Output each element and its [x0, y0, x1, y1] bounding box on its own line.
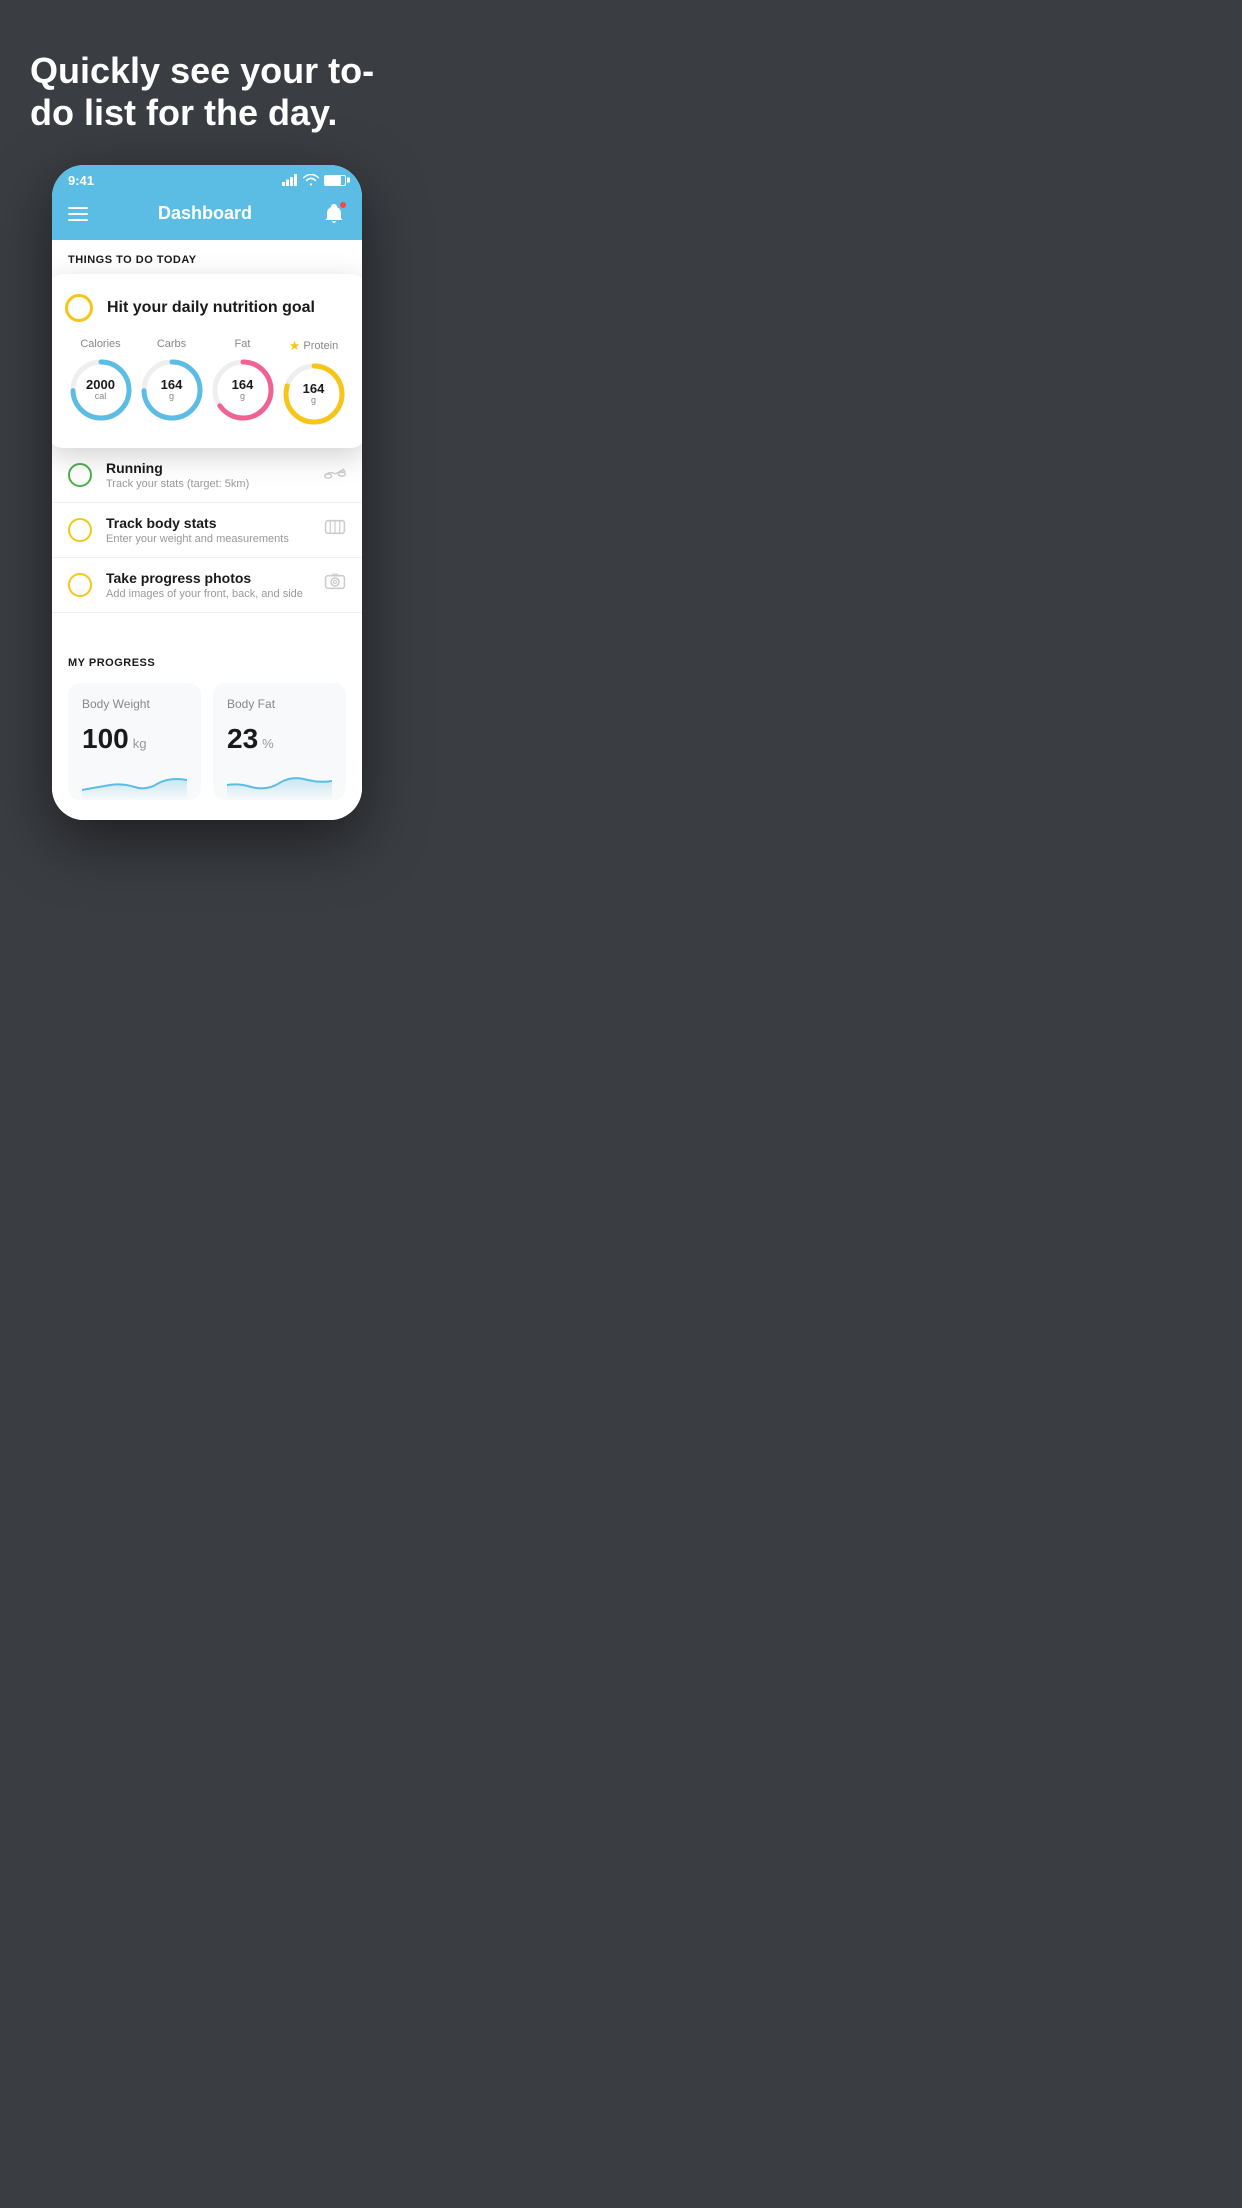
progress-title: MY PROGRESS: [68, 657, 346, 669]
body-fat-card: Body Fat 23 %: [213, 683, 346, 800]
protein-unit: g: [303, 396, 325, 406]
body-weight-value-row: 100 kg: [82, 723, 187, 755]
body-fat-unit: %: [262, 736, 274, 751]
body-fat-chart: [227, 765, 332, 800]
nutrition-calories: Calories 2000 cal: [67, 338, 135, 424]
body-stats-icon: [324, 517, 346, 542]
phone-mockup: 9:41: [52, 165, 362, 850]
progress-photos-subtitle: Add images of your front, back, and side: [106, 588, 310, 600]
spacer: [52, 613, 362, 641]
nutrition-card-title: Hit your daily nutrition goal: [107, 299, 315, 317]
carbs-value: 164: [161, 378, 183, 392]
nutrition-row: Calories 2000 cal Carbs: [65, 338, 349, 428]
body-weight-unit: kg: [133, 736, 147, 751]
notification-badge: [339, 201, 347, 209]
protein-value: 164: [303, 382, 325, 396]
battery-icon: [324, 175, 346, 186]
status-bar: 9:41: [52, 165, 362, 192]
running-icon: [324, 463, 346, 486]
running-subtitle: Track your stats (target: 5km): [106, 478, 310, 490]
header-title: Dashboard: [158, 203, 252, 224]
hero-section: Quickly see your to-do list for the day.: [0, 0, 414, 165]
body-fat-card-title: Body Fat: [227, 697, 332, 711]
nutrition-protein: ★ Protein 164 g: [280, 338, 348, 428]
body-stats-subtitle: Enter your weight and measurements: [106, 533, 310, 545]
fat-circle: 164 g: [209, 356, 277, 424]
body-stats-check[interactable]: [68, 518, 92, 542]
notification-button[interactable]: [322, 202, 346, 226]
hero-title: Quickly see your to-do list for the day.: [30, 50, 384, 135]
progress-photos-content: Take progress photos Add images of your …: [106, 570, 310, 600]
protein-star-icon: ★: [289, 338, 301, 354]
body-weight-card-title: Body Weight: [82, 697, 187, 711]
progress-photos-check[interactable]: [68, 573, 92, 597]
progress-photos-title: Take progress photos: [106, 570, 310, 586]
todo-running[interactable]: Running Track your stats (target: 5km): [52, 448, 362, 503]
status-time: 9:41: [68, 173, 94, 188]
todo-body-stats[interactable]: Track body stats Enter your weight and m…: [52, 503, 362, 558]
body-weight-card: Body Weight 100 kg: [68, 683, 201, 800]
body-stats-title: Track body stats: [106, 515, 310, 531]
nutrition-carbs: Carbs 164 g: [138, 338, 206, 424]
carbs-label: Carbs: [157, 338, 186, 350]
phone-screen: 9:41: [52, 165, 362, 820]
bottom-space: [52, 800, 362, 820]
signal-icon: [282, 174, 298, 186]
carbs-unit: g: [161, 392, 183, 402]
progress-cards: Body Weight 100 kg: [68, 683, 346, 800]
menu-button[interactable]: [68, 207, 88, 221]
progress-photos-icon: [324, 572, 346, 597]
body-fat-value: 23: [227, 723, 258, 755]
fat-label: Fat: [235, 338, 251, 350]
body-stats-content: Track body stats Enter your weight and m…: [106, 515, 310, 545]
calories-label: Calories: [80, 338, 120, 350]
running-check[interactable]: [68, 463, 92, 487]
protein-label: ★ Protein: [289, 338, 339, 354]
calories-unit: cal: [86, 392, 115, 402]
fat-value: 164: [232, 378, 254, 392]
status-icons: [282, 174, 346, 186]
card-header: Hit your daily nutrition goal: [65, 294, 349, 322]
calories-value: 2000: [86, 378, 115, 392]
running-content: Running Track your stats (target: 5km): [106, 460, 310, 490]
calories-circle: 2000 cal: [67, 356, 135, 424]
wifi-icon: [303, 174, 319, 186]
nutrition-fat: Fat 164 g: [209, 338, 277, 424]
fat-unit: g: [232, 392, 254, 402]
body-weight-value: 100: [82, 723, 129, 755]
progress-section: MY PROGRESS Body Weight 100 kg: [52, 641, 362, 800]
todo-progress-photos[interactable]: Take progress photos Add images of your …: [52, 558, 362, 613]
body-fat-value-row: 23 %: [227, 723, 332, 755]
nutrition-card: Hit your daily nutrition goal Calories 2…: [52, 274, 362, 448]
nutrition-check-circle[interactable]: [65, 294, 93, 322]
body-weight-chart: [82, 765, 187, 800]
section-header: THINGS TO DO TODAY: [52, 240, 362, 274]
protein-circle: 164 g: [280, 360, 348, 428]
carbs-circle: 164 g: [138, 356, 206, 424]
app-header: Dashboard: [52, 192, 362, 240]
running-title: Running: [106, 460, 310, 476]
